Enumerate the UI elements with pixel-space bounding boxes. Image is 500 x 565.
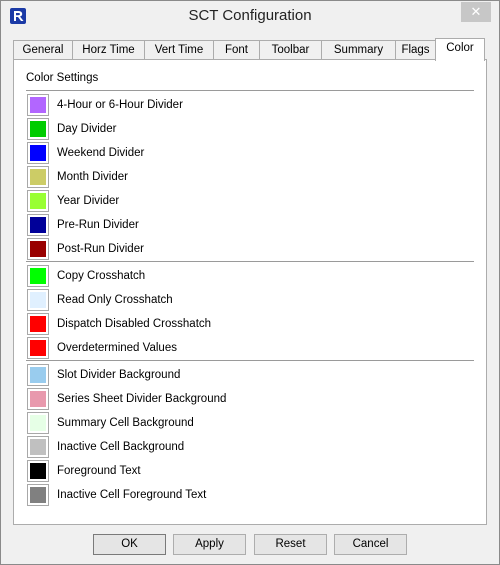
color-swatch	[30, 292, 46, 308]
color-swatch-button[interactable]	[27, 265, 49, 287]
color-row-label: Foreground Text	[57, 465, 141, 477]
color-swatch-button[interactable]	[27, 388, 49, 410]
tab-summary[interactable]: Summary	[321, 40, 396, 60]
color-swatch-button[interactable]	[27, 412, 49, 434]
color-swatch	[30, 193, 46, 209]
section-title: Color Settings	[26, 72, 99, 84]
color-settings-panel: Color Settings 4-Hour or 6-Hour Divider …	[13, 59, 487, 525]
ok-button[interactable]: OK	[93, 534, 166, 555]
color-row-inactive-cell-foreground-text[interactable]: Inactive Cell Foreground Text	[27, 484, 467, 508]
color-swatch	[30, 268, 46, 284]
color-swatch	[30, 241, 46, 257]
color-swatch	[30, 391, 46, 407]
color-row-label: Weekend Divider	[57, 147, 145, 159]
color-row-copy-crosshatch[interactable]: Copy Crosshatch	[27, 265, 467, 289]
color-swatch	[30, 415, 46, 431]
color-swatch	[30, 316, 46, 332]
color-row-day-divider[interactable]: Day Divider	[27, 118, 467, 142]
apply-button[interactable]: Apply	[173, 534, 246, 555]
color-swatch-button[interactable]	[27, 214, 49, 236]
color-row-label: Inactive Cell Foreground Text	[57, 489, 207, 501]
color-swatch	[30, 97, 46, 113]
color-row-4-hour-6-hour-divider[interactable]: 4-Hour or 6-Hour Divider	[27, 94, 467, 118]
reset-button[interactable]: Reset	[254, 534, 327, 555]
color-swatch	[30, 463, 46, 479]
color-swatch	[30, 121, 46, 137]
color-swatch	[30, 340, 46, 356]
color-row-label: Dispatch Disabled Crosshatch	[57, 318, 212, 330]
color-row-label: Overdetermined Values	[57, 342, 177, 354]
tab-vert-time[interactable]: Vert Time	[144, 40, 214, 60]
color-row-read-only-crosshatch[interactable]: Read Only Crosshatch	[27, 289, 467, 313]
color-row-weekend-divider[interactable]: Weekend Divider	[27, 142, 467, 166]
color-swatch-button[interactable]	[27, 460, 49, 482]
color-swatch	[30, 439, 46, 455]
color-row-year-divider[interactable]: Year Divider	[27, 190, 467, 214]
tab-bar: General Horz Time Vert Time Font Toolbar…	[13, 38, 487, 61]
color-row-pre-run-divider[interactable]: Pre-Run Divider	[27, 214, 467, 238]
color-swatch-button[interactable]	[27, 484, 49, 506]
sct-configuration-dialog: SCT Configuration ✕ General Horz Time Ve…	[0, 0, 500, 565]
color-row-label: Slot Divider Background	[57, 369, 181, 381]
color-swatch-button[interactable]	[27, 436, 49, 458]
color-row-label: Post-Run Divider	[57, 243, 144, 255]
color-row-label: Month Divider	[57, 171, 128, 183]
close-button[interactable]: ✕	[461, 2, 491, 22]
color-row-label: Year Divider	[57, 195, 120, 207]
divider	[26, 261, 474, 262]
tab-color[interactable]: Color	[435, 38, 485, 61]
color-swatch	[30, 169, 46, 185]
tab-font[interactable]: Font	[213, 40, 260, 60]
color-swatch-button[interactable]	[27, 190, 49, 212]
close-icon: ✕	[470, 4, 482, 19]
color-row-label: Read Only Crosshatch	[57, 294, 173, 306]
color-swatch	[30, 145, 46, 161]
color-row-label: Inactive Cell Background	[57, 441, 185, 453]
color-row-label: Series Sheet Divider Background	[57, 393, 227, 405]
color-row-label: Pre-Run Divider	[57, 219, 139, 231]
title-bar: SCT Configuration ✕	[1, 1, 499, 32]
tab-general[interactable]: General	[13, 40, 73, 60]
window-title: SCT Configuration	[188, 7, 312, 24]
color-row-slot-divider-background[interactable]: Slot Divider Background	[27, 364, 467, 388]
color-row-dispatch-disabled-crosshatch[interactable]: Dispatch Disabled Crosshatch	[27, 313, 467, 337]
color-row-overdetermined-values[interactable]: Overdetermined Values	[27, 337, 467, 361]
color-row-foreground-text[interactable]: Foreground Text	[27, 460, 467, 484]
tab-toolbar[interactable]: Toolbar	[259, 40, 322, 60]
color-swatch	[30, 217, 46, 233]
tab-horz-time[interactable]: Horz Time	[72, 40, 145, 60]
color-swatch-button[interactable]	[27, 289, 49, 311]
color-row-label: Day Divider	[57, 123, 117, 135]
color-swatch-button[interactable]	[27, 142, 49, 164]
divider	[26, 90, 474, 91]
color-swatch-button[interactable]	[27, 364, 49, 386]
color-swatch	[30, 367, 46, 383]
cancel-button[interactable]: Cancel	[334, 534, 407, 555]
color-swatch-button[interactable]	[27, 313, 49, 335]
color-row-inactive-cell-background[interactable]: Inactive Cell Background	[27, 436, 467, 460]
color-swatch-button[interactable]	[27, 238, 49, 260]
color-row-post-run-divider[interactable]: Post-Run Divider	[27, 238, 467, 262]
color-swatch-button[interactable]	[27, 166, 49, 188]
color-row-label: Copy Crosshatch	[57, 270, 146, 282]
color-swatch-button[interactable]	[27, 337, 49, 359]
tab-flags[interactable]: Flags	[395, 40, 436, 60]
color-row-label: Summary Cell Background	[57, 417, 194, 429]
color-row-series-sheet-divider-background[interactable]: Series Sheet Divider Background	[27, 388, 467, 412]
color-swatch-button[interactable]	[27, 118, 49, 140]
color-row-label: 4-Hour or 6-Hour Divider	[57, 99, 183, 111]
divider	[26, 360, 474, 361]
color-row-month-divider[interactable]: Month Divider	[27, 166, 467, 190]
color-row-summary-cell-background[interactable]: Summary Cell Background	[27, 412, 467, 436]
color-swatch	[30, 487, 46, 503]
color-swatch-button[interactable]	[27, 94, 49, 116]
